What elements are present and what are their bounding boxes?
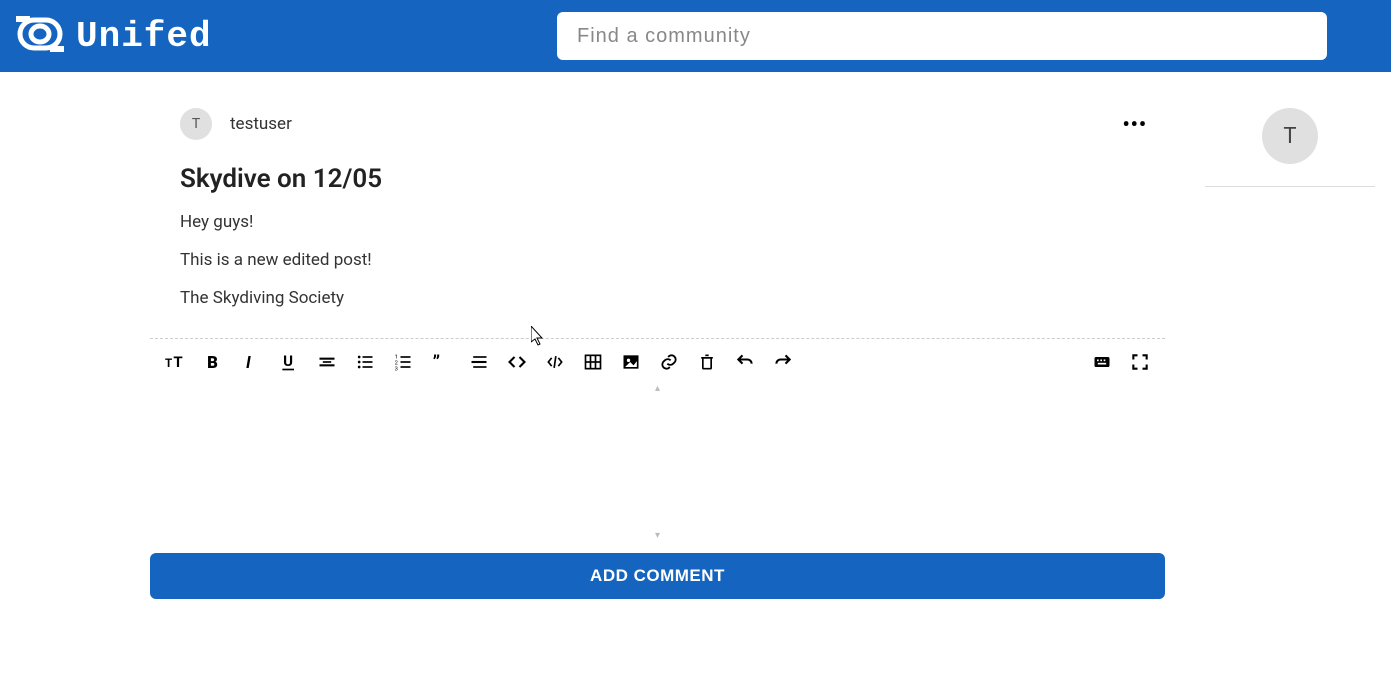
svg-text:U: U: [283, 352, 293, 370]
resize-handle-top[interactable]: ▴: [655, 383, 660, 394]
keyboard-icon[interactable]: [1091, 351, 1113, 373]
svg-text:T: T: [173, 353, 182, 371]
post-column: T testuser ••• Skydive on 12/05 Hey guys…: [150, 108, 1165, 599]
code-block-icon[interactable]: [544, 351, 566, 373]
image-icon[interactable]: [620, 351, 642, 373]
brand-name: Unifed: [76, 16, 212, 57]
sidebar-divider: [1205, 186, 1375, 187]
search-container: [557, 12, 1327, 60]
post-paragraph: The Skydiving Society: [180, 288, 1135, 308]
brand-logo[interactable]: Unifed: [16, 14, 212, 58]
editor-toolbar: TT B I U 123 ”: [150, 339, 1165, 385]
current-user-avatar[interactable]: T: [1262, 108, 1318, 164]
post-paragraph: This is a new edited post!: [180, 250, 1135, 270]
main-content: T testuser ••• Skydive on 12/05 Hey guys…: [0, 72, 1391, 599]
svg-text:I: I: [246, 354, 251, 372]
table-icon[interactable]: [582, 351, 604, 373]
search-input[interactable]: [557, 12, 1327, 60]
comment-editor[interactable]: ▴ ▾: [150, 385, 1165, 535]
underline-icon[interactable]: U: [278, 351, 300, 373]
svg-text:B: B: [207, 354, 218, 372]
horizontal-rule-icon[interactable]: [468, 351, 490, 373]
author-username[interactable]: testuser: [230, 114, 292, 134]
code-inline-icon[interactable]: [506, 351, 528, 373]
svg-text:3: 3: [395, 366, 398, 372]
redo-icon[interactable]: [772, 351, 794, 373]
bold-icon[interactable]: B: [202, 351, 224, 373]
quote-icon[interactable]: ”: [430, 351, 452, 373]
app-header: Unifed: [0, 0, 1391, 72]
delete-icon[interactable]: [696, 351, 718, 373]
author-row: T testuser •••: [150, 108, 1165, 140]
undo-icon[interactable]: [734, 351, 756, 373]
author-avatar[interactable]: T: [180, 108, 212, 140]
logo-icon: [16, 14, 64, 58]
add-comment-button[interactable]: ADD COMMENT: [150, 553, 1165, 599]
sidebar: T: [1205, 108, 1375, 599]
ordered-list-icon[interactable]: 123: [392, 351, 414, 373]
fullscreen-icon[interactable]: [1129, 351, 1151, 373]
more-options-button[interactable]: •••: [1122, 112, 1147, 136]
post-paragraph: Hey guys!: [180, 212, 1135, 232]
post-body: Hey guys! This is a new edited post! The…: [180, 212, 1135, 308]
bullet-list-icon[interactable]: [354, 351, 376, 373]
strikethrough-icon[interactable]: [316, 351, 338, 373]
resize-handle-bottom[interactable]: ▾: [655, 530, 660, 541]
post-title: Skydive on 12/05: [180, 164, 1135, 194]
italic-icon[interactable]: I: [240, 351, 262, 373]
svg-text:T: T: [165, 356, 172, 370]
text-size-icon[interactable]: TT: [164, 351, 186, 373]
svg-text:”: ”: [433, 353, 440, 372]
link-icon[interactable]: [658, 351, 680, 373]
